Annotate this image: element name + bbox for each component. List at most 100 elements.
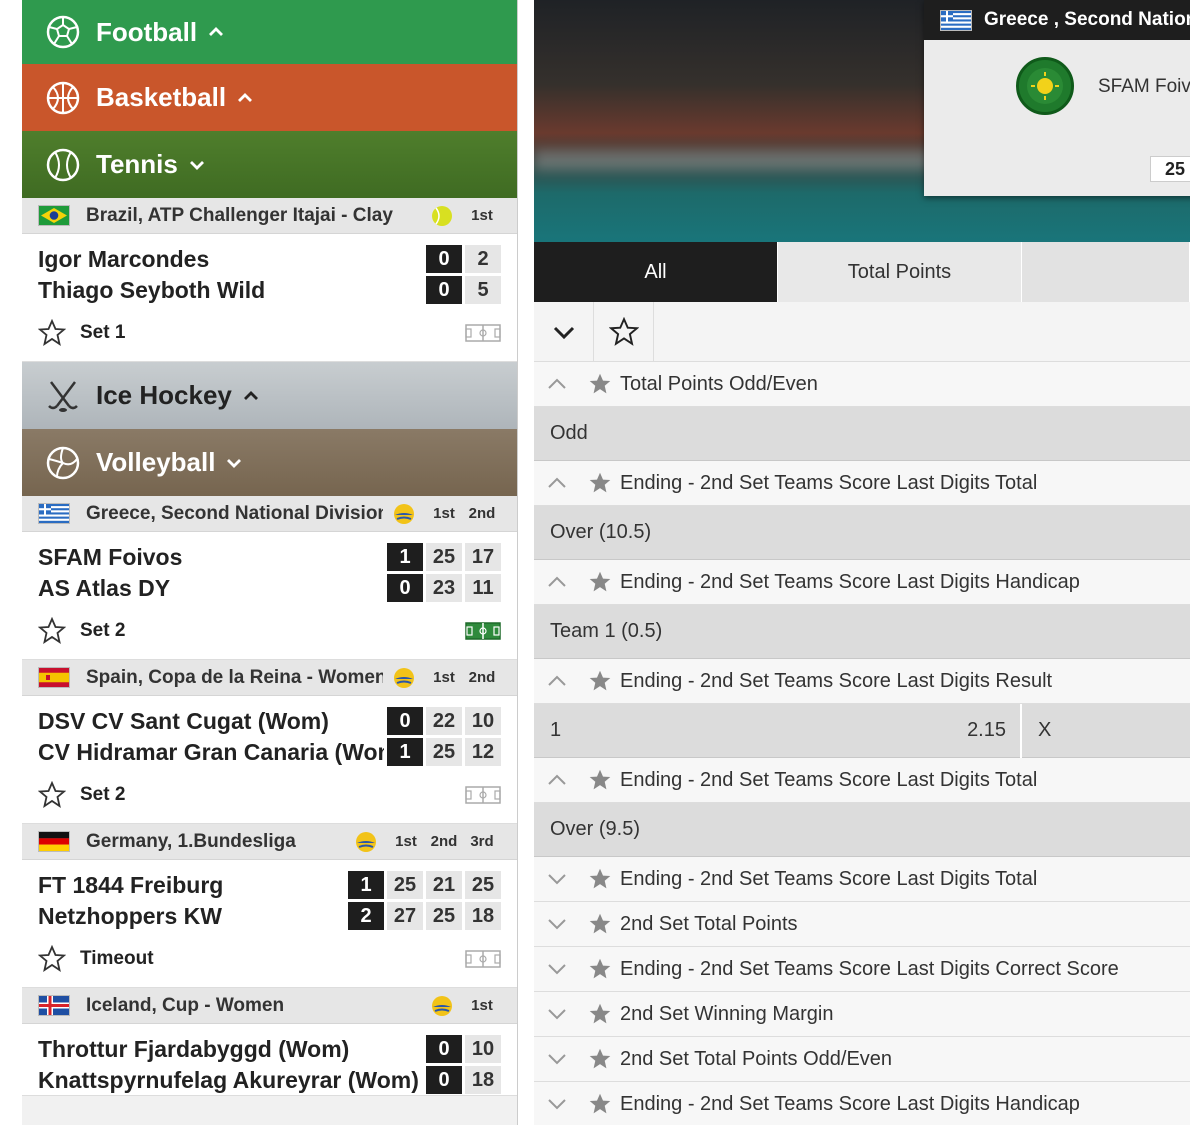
star-icon[interactable] — [580, 768, 620, 792]
favorites-filter-button[interactable] — [594, 302, 654, 362]
chevron-down-icon — [534, 1007, 580, 1021]
star-icon[interactable] — [580, 471, 620, 495]
market-header[interactable]: 2nd Set Total Points — [534, 902, 1190, 947]
star-icon[interactable] — [580, 1002, 620, 1026]
market-header[interactable]: Ending - 2nd Set Teams Score Last Digits… — [534, 947, 1190, 992]
set-label: 1st — [471, 207, 493, 224]
market-name: 2nd Set Winning Margin — [620, 1002, 834, 1025]
chevron-up-icon — [534, 476, 580, 490]
chevron-down-icon — [534, 917, 580, 931]
volleyball-icon — [394, 503, 414, 524]
court-icon[interactable] — [465, 621, 501, 641]
chevron-up-icon — [238, 92, 253, 102]
selection-button[interactable]: X — [1022, 719, 1051, 742]
match-card[interactable]: FT 1844 Freiburg 1 25 21 25 Netzhoppers … — [22, 860, 517, 988]
sport-header-tennis[interactable]: Tennis — [22, 131, 517, 198]
set-label: 1st — [433, 669, 455, 686]
selection-label: Team 1 (0.5) — [550, 620, 663, 642]
score-cell: 1 — [387, 738, 423, 766]
score-cell: 11 — [465, 574, 501, 602]
market-header[interactable]: Ending - 2nd Set Teams Score Last Digits… — [534, 1082, 1190, 1125]
selection-label: Odd — [550, 422, 588, 444]
match-card[interactable]: Throttur Fjardabyggd (Wom) 0 10 Knattspy… — [22, 1024, 517, 1096]
tab-total-points[interactable]: Total Points — [778, 242, 1022, 302]
league-header[interactable]: Greece, Second National Division 1st 2nd — [22, 496, 517, 532]
chevron-down-icon — [189, 160, 204, 170]
sport-header-basketball[interactable]: Basketball — [22, 64, 517, 131]
match-card[interactable]: SFAM Foivos 1 25 17 AS Atlas DY 0 23 11 … — [22, 532, 517, 660]
chevron-down-icon — [553, 326, 574, 340]
set-label: 1st — [433, 505, 455, 522]
set-label: 2nd — [468, 505, 496, 522]
volleyball-icon — [44, 444, 82, 482]
court-icon[interactable] — [465, 323, 501, 343]
score-cell: 25 — [465, 871, 501, 899]
market-header[interactable]: 2nd Set Total Points Odd/Even — [534, 1037, 1190, 1082]
hockey-sticks-icon — [44, 377, 82, 415]
selection-button[interactable]: 1 2.15 — [534, 703, 1022, 758]
selection-label: X — [1038, 719, 1052, 741]
set-label: 1st — [395, 833, 417, 850]
league-header[interactable]: Spain, Copa de la Reina - Women 1st 2nd — [22, 660, 517, 696]
league-name: Iceland, Cup - Women — [86, 994, 285, 1016]
star-icon[interactable] — [580, 570, 620, 594]
league-header[interactable]: Iceland, Cup - Women 1st — [22, 988, 517, 1024]
match-hero-banner: Greece , Second National Division SFAM F… — [534, 0, 1190, 242]
court-icon[interactable] — [465, 785, 501, 805]
league-header[interactable]: Germany, 1.Bundesliga 1st 2nd 3rd — [22, 824, 517, 860]
app-root: Football Basketball Tennis Brazil, ATP C… — [0, 0, 1190, 1125]
star-outline-icon[interactable] — [38, 781, 66, 809]
star-outline-icon[interactable] — [38, 319, 66, 347]
greece-flag-icon — [38, 503, 70, 524]
match-card[interactable]: Igor Marcondes 0 2 Thiago Seyboth Wild 0… — [22, 234, 517, 362]
market-name: Ending - 2nd Set Teams Score Last Digits… — [620, 570, 1080, 593]
selection-button[interactable]: Over (10.5) — [534, 506, 1190, 560]
star-icon[interactable] — [580, 1092, 620, 1116]
odds-price: 2.15 — [967, 719, 1006, 741]
selection-button[interactable]: Odd — [534, 407, 1190, 461]
market-header[interactable]: Ending - 2nd Set Teams Score Last Digits… — [534, 560, 1190, 605]
market-header[interactable]: 2nd Set Winning Margin — [534, 992, 1190, 1037]
market-header[interactable]: Ending - 2nd Set Teams Score Last Digits… — [534, 461, 1190, 506]
star-icon[interactable] — [580, 1047, 620, 1071]
match-status: Timeout — [80, 948, 154, 969]
market-name: 2nd Set Total Points — [620, 912, 798, 935]
market-header[interactable]: Ending - 2nd Set Teams Score Last Digits… — [534, 857, 1190, 902]
score-cell: 0 — [426, 245, 462, 273]
star-icon[interactable] — [580, 372, 620, 396]
star-icon[interactable] — [580, 867, 620, 891]
score-cell: 25 — [426, 543, 462, 571]
score-cell: 27 — [387, 902, 423, 930]
match-detail-panel: Greece , Second National Division SFAM F… — [534, 0, 1190, 1125]
selection-label: 1 — [550, 719, 562, 741]
league-name: Greece, Second National Division — [86, 502, 383, 524]
star-outline-icon[interactable] — [38, 945, 66, 973]
market-header[interactable]: Ending - 2nd Set Teams Score Last Digits… — [534, 758, 1190, 803]
selection-label: Over (9.5) — [550, 818, 641, 840]
team-name: FT 1844 Freiburg — [38, 871, 224, 898]
league-header[interactable]: Brazil, ATP Challenger Itajai - Clay 1st — [22, 198, 517, 234]
star-icon[interactable] — [580, 912, 620, 936]
market-header[interactable]: Total Points Odd/Even — [534, 362, 1190, 407]
odds-row: 1 2.15 X — [534, 703, 1190, 758]
selection-button[interactable]: Team 1 (0.5) — [534, 605, 1190, 659]
sport-header-volleyball[interactable]: Volleyball — [22, 429, 517, 496]
market-toolbar — [534, 302, 1190, 362]
sport-header-ice-hockey[interactable]: Ice Hockey — [22, 362, 517, 429]
selection-button[interactable]: Over (9.5) — [534, 803, 1190, 857]
star-icon[interactable] — [580, 957, 620, 981]
match-card[interactable]: DSV CV Sant Cugat (Wom) 0 22 10 CV Hidra… — [22, 696, 517, 824]
league-name: Germany, 1.Bundesliga — [86, 830, 296, 852]
market-header[interactable]: Ending - 2nd Set Teams Score Last Digits… — [534, 659, 1190, 704]
chevron-up-icon — [534, 575, 580, 589]
star-outline-icon[interactable] — [38, 617, 66, 645]
sport-header-football[interactable]: Football — [22, 0, 517, 64]
star-icon[interactable] — [580, 669, 620, 693]
chevron-up-icon — [209, 27, 224, 36]
court-icon[interactable] — [465, 949, 501, 969]
football-icon — [44, 13, 82, 51]
score-cell: 0 — [426, 1035, 462, 1063]
collapse-all-button[interactable] — [534, 302, 594, 362]
tab-all[interactable]: All — [534, 242, 778, 302]
market-name: Ending - 2nd Set Teams Score Last Digits… — [620, 768, 1038, 791]
